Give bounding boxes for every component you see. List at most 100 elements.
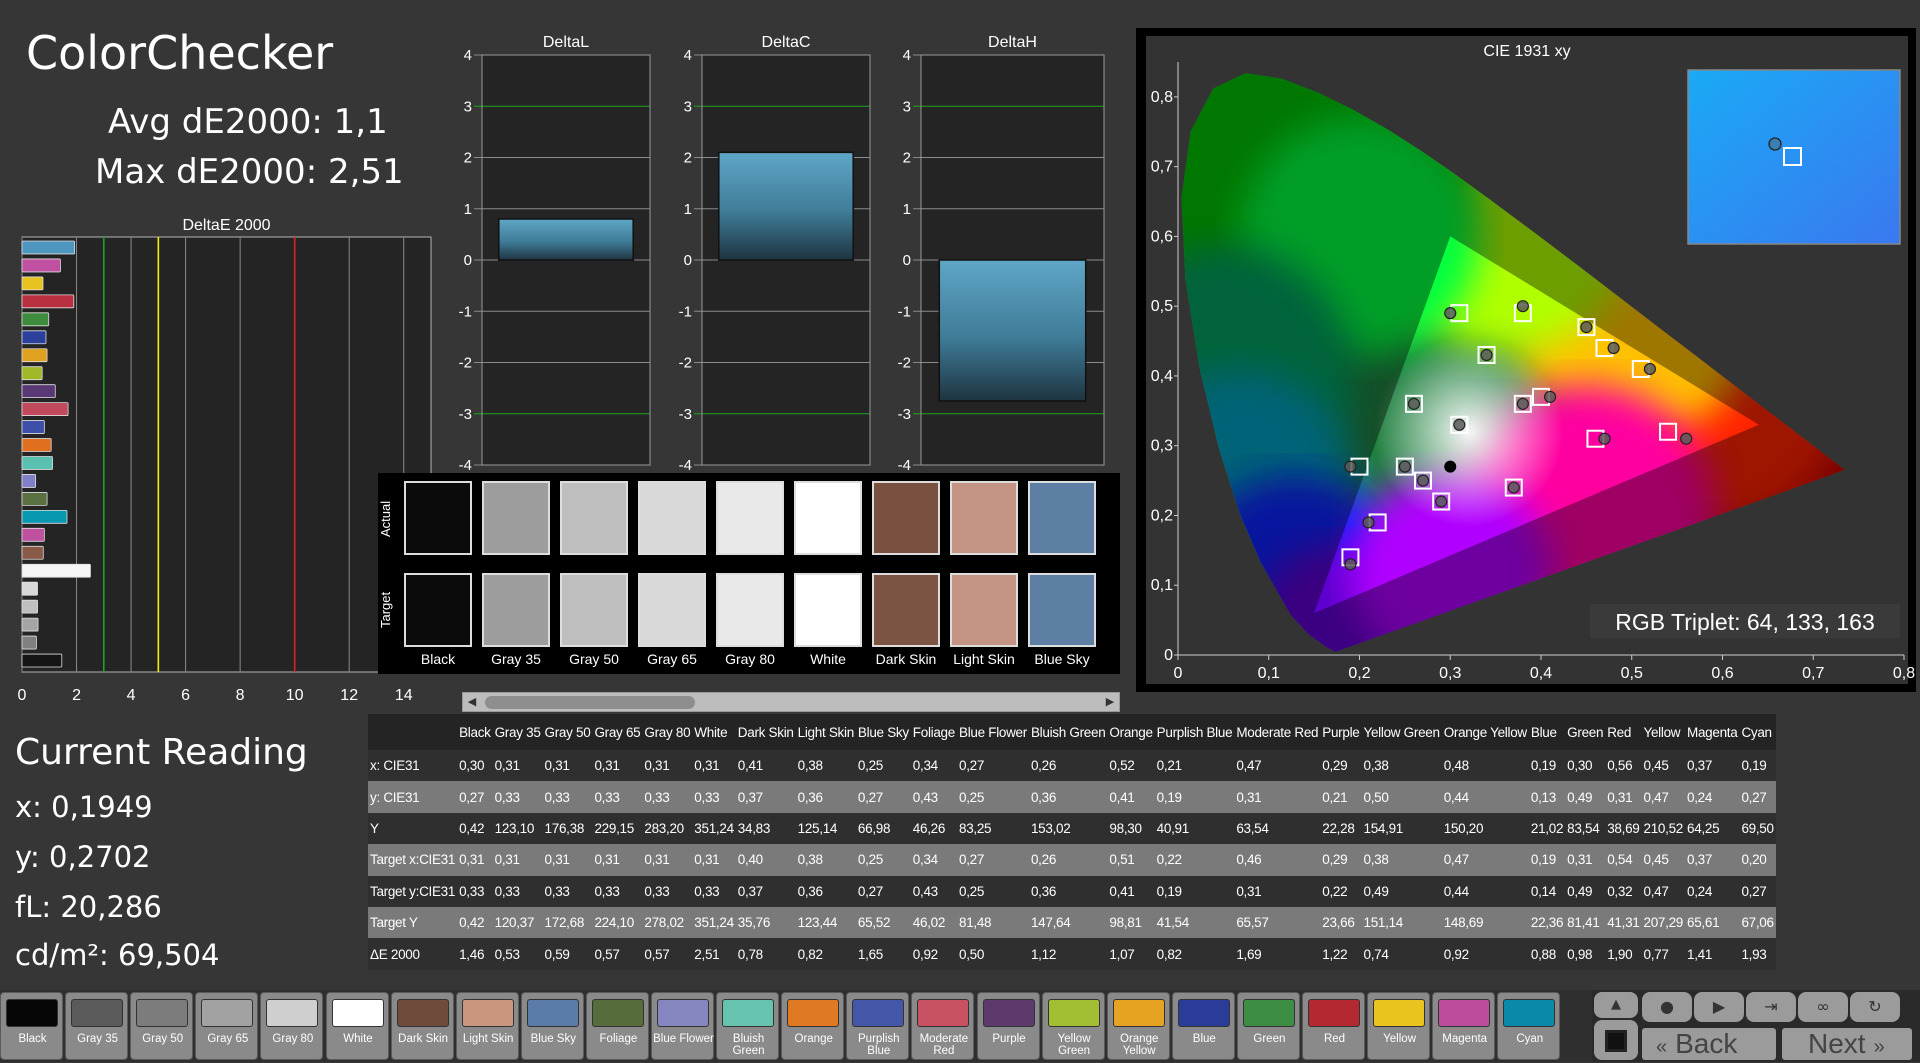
swatch-column[interactable]: Gray 50 xyxy=(558,473,628,674)
step-icon[interactable]: ⇥ xyxy=(1746,992,1796,1022)
table-cell: 0,37 xyxy=(737,883,763,899)
patch-button[interactable]: Black xyxy=(0,992,63,1060)
target-swatch xyxy=(794,573,862,647)
patch-button[interactable]: Green xyxy=(1236,992,1300,1060)
actual-row-label: Actual xyxy=(378,500,393,538)
table-cell: 0,33 xyxy=(544,789,570,805)
patch-button[interactable]: Foliage xyxy=(585,992,649,1060)
patch-label: Gray 35 xyxy=(77,1033,119,1045)
patch-button[interactable]: Moderate Red xyxy=(911,992,975,1060)
y-tick-label: -2 xyxy=(898,355,911,372)
refresh-icon[interactable]: ↻ xyxy=(1850,992,1900,1022)
patch-button[interactable]: Blue Flower xyxy=(651,992,714,1060)
back-button[interactable]: « Back xyxy=(1642,1028,1776,1060)
table-cell: 0,92 xyxy=(1443,946,1469,962)
swatch-label: Light Skin xyxy=(953,651,1015,667)
patch-button[interactable]: Purplish Blue xyxy=(846,992,910,1060)
patch-button[interactable]: Gray 65 xyxy=(195,992,259,1060)
loop-icon[interactable]: ∞ xyxy=(1798,992,1848,1022)
patch-button[interactable]: Gray 50 xyxy=(130,992,194,1060)
swatch-column[interactable]: Black xyxy=(402,473,472,674)
record-icon[interactable] xyxy=(1594,1020,1638,1060)
patch-color xyxy=(1308,999,1360,1027)
swatch-scrollbar[interactable]: ◀ ▶ xyxy=(462,692,1120,712)
patch-button[interactable]: Gray 80 xyxy=(260,992,324,1060)
table-cell: 0,19 xyxy=(1156,789,1182,805)
table-cell: 65,52 xyxy=(857,915,891,931)
chart-title: DeltaL xyxy=(543,34,589,51)
next-button[interactable]: Next » xyxy=(1782,1028,1912,1060)
patch-color xyxy=(331,999,384,1027)
table-cell: 0,57 xyxy=(644,946,670,962)
patch-button[interactable]: White xyxy=(325,992,389,1060)
table-cell: 0,40 xyxy=(737,852,763,868)
patch-button[interactable]: Magenta xyxy=(1432,992,1496,1060)
play-icon[interactable]: ▶ xyxy=(1694,992,1744,1022)
patch-button[interactable]: Dark Skin xyxy=(390,992,454,1060)
data-table-panel: Black Gray 35 Gray 50 Gray 65 Gray 80 White Da… xyxy=(368,714,1776,970)
table-cell: 0,36 xyxy=(1030,789,1057,805)
patch-button[interactable]: Blue xyxy=(1171,992,1235,1060)
patch-button[interactable]: Purple xyxy=(976,992,1040,1060)
chevron-right-icon: » xyxy=(1873,1036,1885,1058)
table-cell: 0,98 xyxy=(1567,946,1593,962)
actual-swatch xyxy=(1028,481,1096,555)
plot-area xyxy=(21,236,432,673)
patch-color xyxy=(1503,999,1556,1027)
target-swatch xyxy=(404,573,472,647)
patch-button[interactable]: Yellow Green xyxy=(1041,992,1105,1060)
bar xyxy=(21,653,63,668)
x-tick-label: 12 xyxy=(340,687,358,704)
patch-label: Black xyxy=(18,1033,47,1045)
table-cell: 0,31 xyxy=(1567,852,1593,868)
scroll-thumb[interactable] xyxy=(485,696,695,709)
table-row: ΔE 2000 1,46 0,53 0,59 0,57 0,57 2,51 0,78 0,82 1… xyxy=(368,938,1776,970)
patch-button[interactable]: Orange xyxy=(781,992,845,1060)
row-label: Y xyxy=(370,820,379,836)
table-cell: 0,31 xyxy=(1607,789,1633,805)
scroll-left-icon[interactable]: ◀ xyxy=(464,694,480,710)
table-cell: 0,33 xyxy=(544,883,570,899)
patch-button[interactable]: Orange Yellow xyxy=(1106,992,1170,1060)
table-cell: 0,36 xyxy=(797,883,823,899)
table-cell: 0,53 xyxy=(494,946,520,962)
row-label: ΔE 2000 xyxy=(370,946,420,962)
patch-button[interactable]: Gray 35 xyxy=(65,992,129,1060)
target-swatch xyxy=(638,573,706,647)
actual-marker xyxy=(1453,418,1466,431)
chart-title: DeltaH xyxy=(988,34,1037,51)
table-cell: 0,57 xyxy=(594,946,620,962)
swatch-column[interactable]: Gray 80 xyxy=(714,473,784,674)
swatch-column[interactable]: Gray 65 xyxy=(636,473,706,674)
row-label: Target x:CIE31 xyxy=(370,852,456,868)
swatch-column[interactable]: Light Skin xyxy=(948,473,1018,674)
table-cell: 81,48 xyxy=(958,915,992,931)
column-header: Dark Skin xyxy=(735,714,796,750)
swatch-column[interactable]: Dark Skin xyxy=(870,473,940,674)
patch-button[interactable]: Light Skin xyxy=(455,992,519,1060)
bar xyxy=(21,599,38,614)
table-cell: 0,82 xyxy=(1156,946,1182,962)
swatch-column[interactable]: White xyxy=(792,473,862,674)
chevron-up-icon[interactable]: ▲ xyxy=(1594,992,1638,1018)
scroll-right-icon[interactable]: ▶ xyxy=(1102,694,1118,710)
swatch-column[interactable]: Gray 35 xyxy=(480,473,550,674)
patch-button[interactable]: Red xyxy=(1302,992,1365,1060)
patch-button[interactable]: Bluish Green xyxy=(716,992,780,1060)
table-cell: 0,31 xyxy=(644,758,670,774)
patch-button[interactable]: Yellow xyxy=(1367,992,1431,1060)
swatch-comparison-strip[interactable]: Actual Target Black Gray 35 Gray 50 Gray 65… xyxy=(378,473,1120,674)
table-cell: 1,07 xyxy=(1109,946,1135,962)
y-tick-label: -2 xyxy=(459,355,472,372)
swatch-column[interactable]: Blue Sky xyxy=(1026,473,1096,674)
stop-icon[interactable]: ● xyxy=(1642,992,1692,1022)
cie-1931-chart: CIE 1931 xy 0 0,1 0,2 0,3 0,4 0,5 0,6 0,7 0,8 0 0,1… xyxy=(1136,28,1916,692)
bar xyxy=(21,545,44,560)
patch-button[interactable]: Cyan xyxy=(1497,992,1561,1060)
column-header: Foliage xyxy=(910,714,957,750)
column-header: Moderate Red xyxy=(1234,714,1321,750)
table-cell: 0,25 xyxy=(958,789,985,805)
x-tick-label: 0,4 xyxy=(1530,665,1552,682)
table-cell: 22,36 xyxy=(1530,915,1564,931)
patch-button[interactable]: Blue Sky xyxy=(520,992,584,1060)
